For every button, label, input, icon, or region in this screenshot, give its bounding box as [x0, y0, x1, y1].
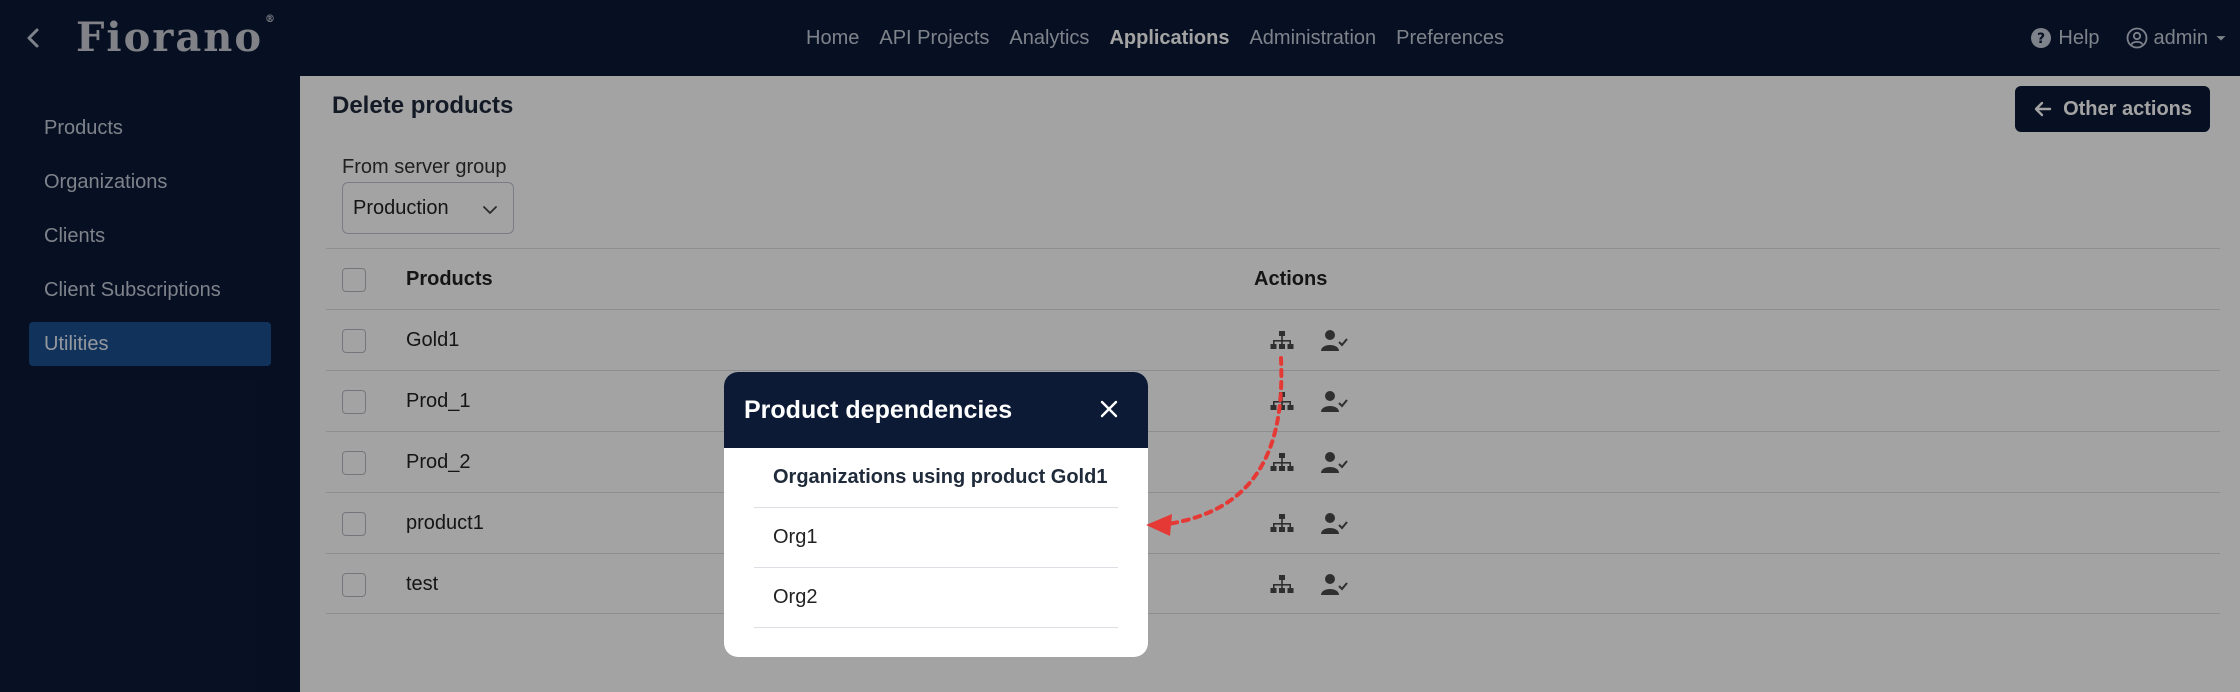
modal-title: Product dependencies: [744, 395, 1013, 424]
list-item: Org2: [754, 568, 1118, 628]
organizations-header: Organizations using product Gold1: [754, 448, 1118, 508]
modal-header: Product dependencies: [724, 372, 1148, 448]
product-dependencies-modal: Product dependencies Organizations using…: [724, 372, 1148, 657]
close-icon[interactable]: [1096, 396, 1122, 422]
modal-body: Organizations using product Gold1 Org1 O…: [754, 448, 1118, 628]
list-item: Org1: [754, 508, 1118, 568]
